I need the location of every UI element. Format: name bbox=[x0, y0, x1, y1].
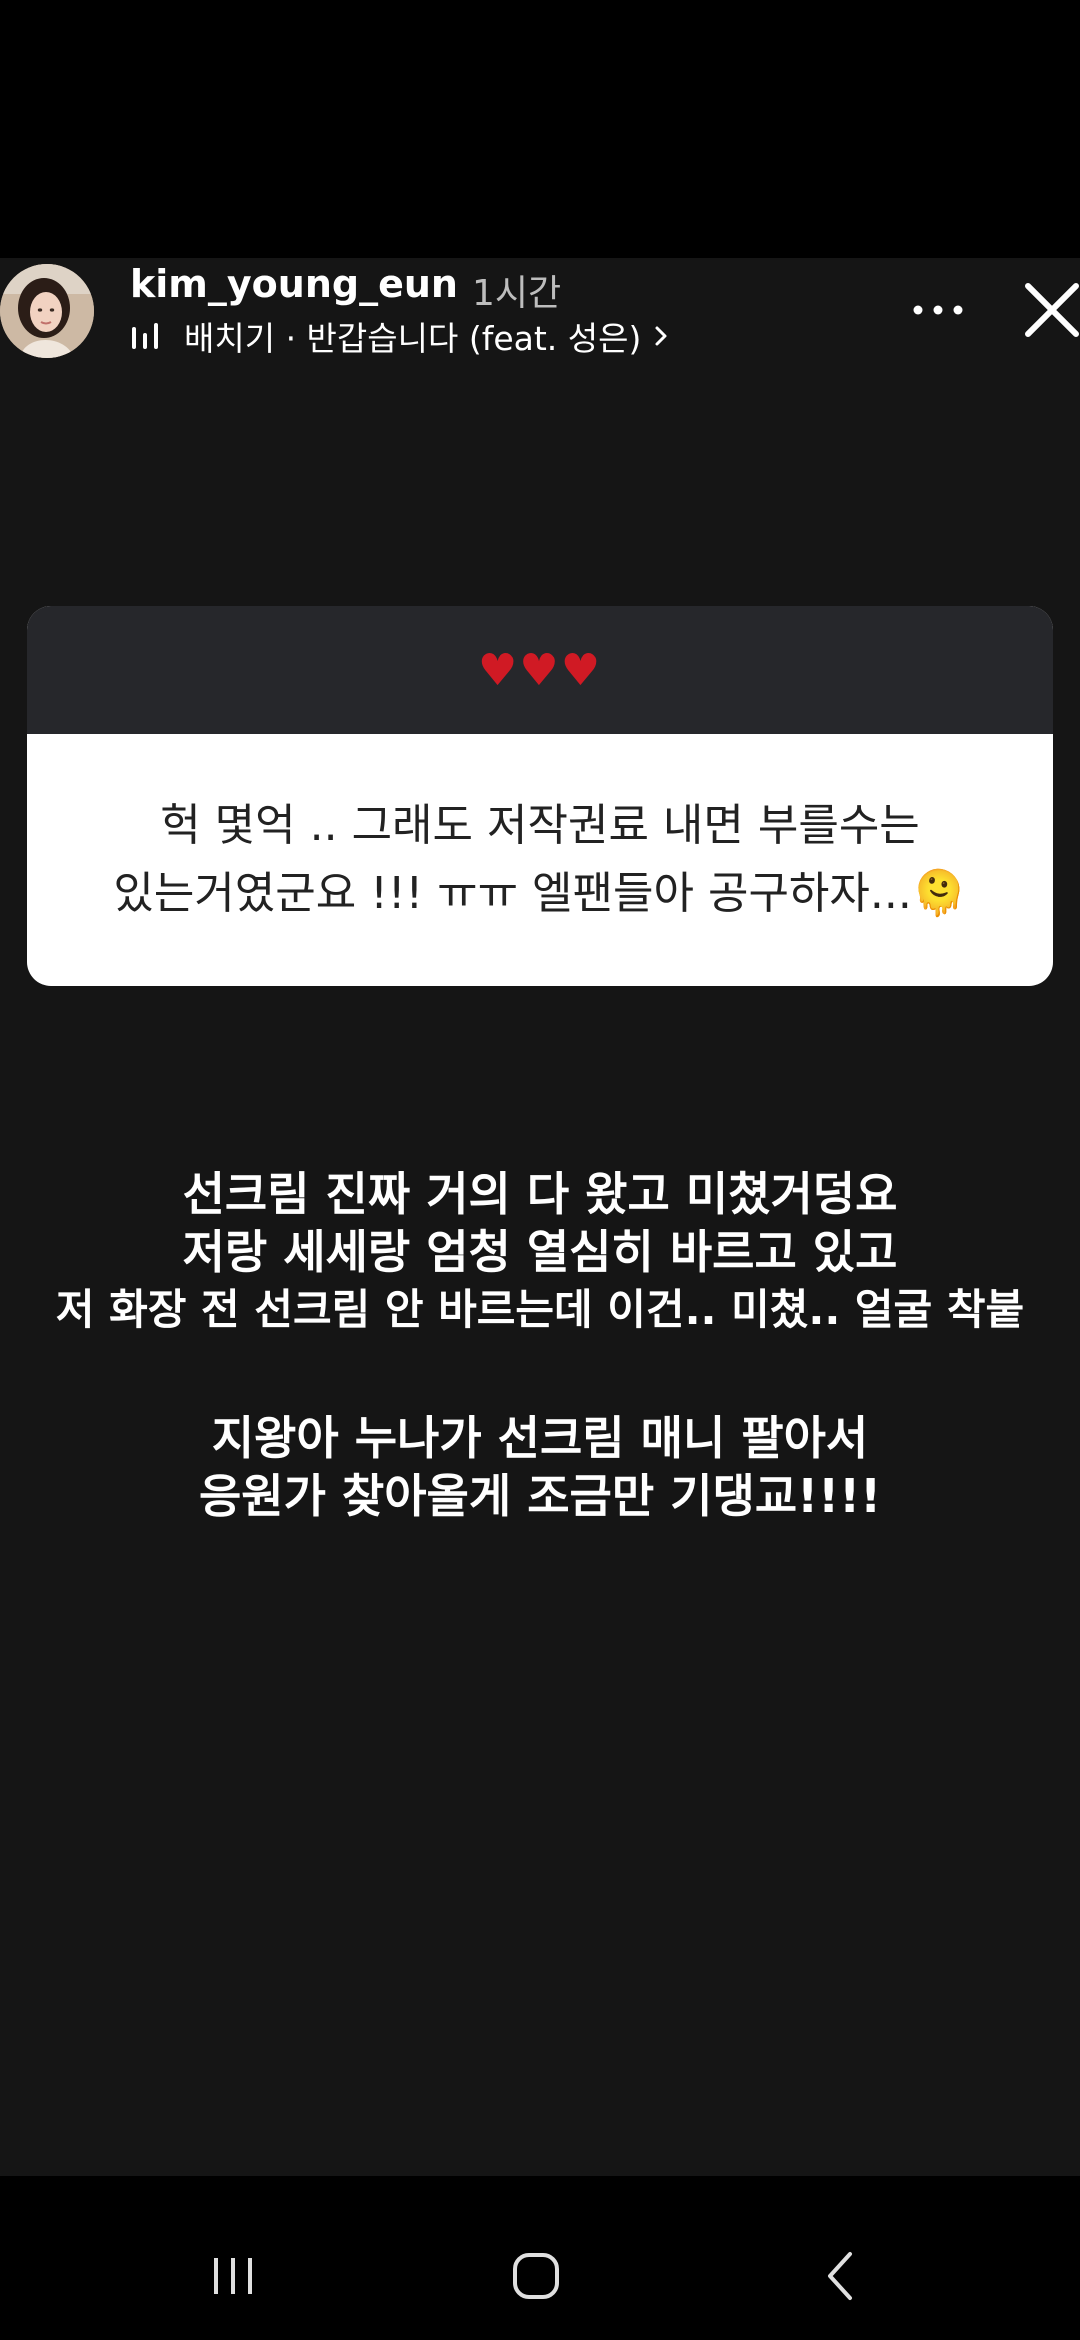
question-sticker-body: 헉 몇억 .. 그래도 저작권료 내면 부를수는 있는거였군요 !!! ㅠㅠ 엘… bbox=[27, 734, 1053, 986]
story-caption: 선크림 진짜 거의 다 왔고 미쳤거덩요 저랑 세세랑 엄청 열심히 바르고 있… bbox=[0, 1165, 1080, 1525]
more-dots-icon bbox=[913, 305, 963, 315]
music-title: 배치기 · 반갑습니다 (feat. 성은) bbox=[184, 319, 642, 358]
caption-line-5: 응원가 찾아올게 조금만 기댕교!!!! bbox=[198, 1469, 882, 1523]
caption-line-4: 지왕아 누나가 선크림 매니 팔아서 bbox=[211, 1411, 869, 1465]
time-ago: 1시간 bbox=[472, 273, 562, 314]
home-icon bbox=[513, 2253, 559, 2299]
question-text-line-2: 있는거였군요 !!! ㅠㅠ 엘팬들아 공구하자...🫠 bbox=[113, 868, 967, 919]
avatar-image bbox=[0, 264, 94, 358]
question-sticker: ♥♥♥ 헉 몇억 .. 그래도 저작권료 내면 부를수는 있는거였군요 !!! … bbox=[27, 606, 1053, 986]
chevron-right-icon bbox=[655, 326, 667, 346]
recent-apps-icon bbox=[214, 2258, 252, 2294]
username[interactable]: kim_young_eun bbox=[130, 262, 458, 306]
recent-apps-button[interactable] bbox=[208, 2256, 258, 2296]
hearts-emoji: ♥♥♥ bbox=[477, 644, 603, 696]
back-icon bbox=[828, 2252, 852, 2300]
avatar[interactable] bbox=[0, 264, 94, 358]
music-bars-icon bbox=[132, 323, 158, 349]
status-bar-area bbox=[0, 0, 1080, 258]
home-button[interactable] bbox=[510, 2250, 562, 2302]
caption-line-2: 저랑 세세랑 엄청 열심히 바르고 있고 bbox=[182, 1225, 898, 1279]
caption-line-3: 저 화장 전 선크림 안 바르는데 이건.. 미쳤.. 얼굴 착붙 bbox=[55, 1285, 1025, 1334]
caption-line-1: 선크림 진짜 거의 다 왔고 미쳤거덩요 bbox=[182, 1167, 898, 1221]
question-text-line-1: 헉 몇억 .. 그래도 저작권료 내면 부를수는 bbox=[160, 800, 920, 851]
close-icon bbox=[1025, 283, 1079, 337]
more-options-button[interactable] bbox=[910, 290, 966, 330]
close-button[interactable] bbox=[1020, 278, 1080, 342]
music-attribution[interactable]: 배치기 · 반갑습니다 (feat. 성은) bbox=[130, 312, 671, 360]
question-sticker-header: ♥♥♥ bbox=[27, 606, 1053, 734]
back-button[interactable] bbox=[820, 2250, 860, 2302]
